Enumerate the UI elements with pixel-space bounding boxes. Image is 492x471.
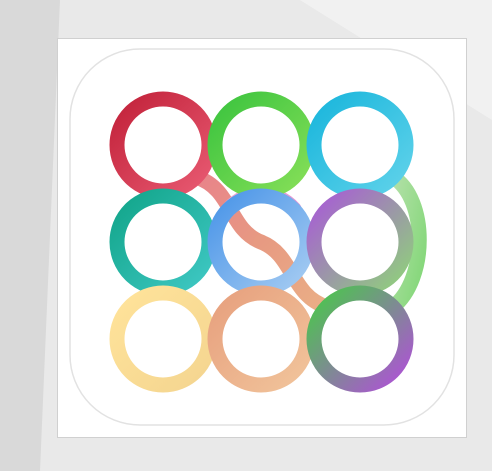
app-icon-frame bbox=[57, 38, 467, 438]
rings-app-icon[interactable] bbox=[58, 39, 466, 437]
